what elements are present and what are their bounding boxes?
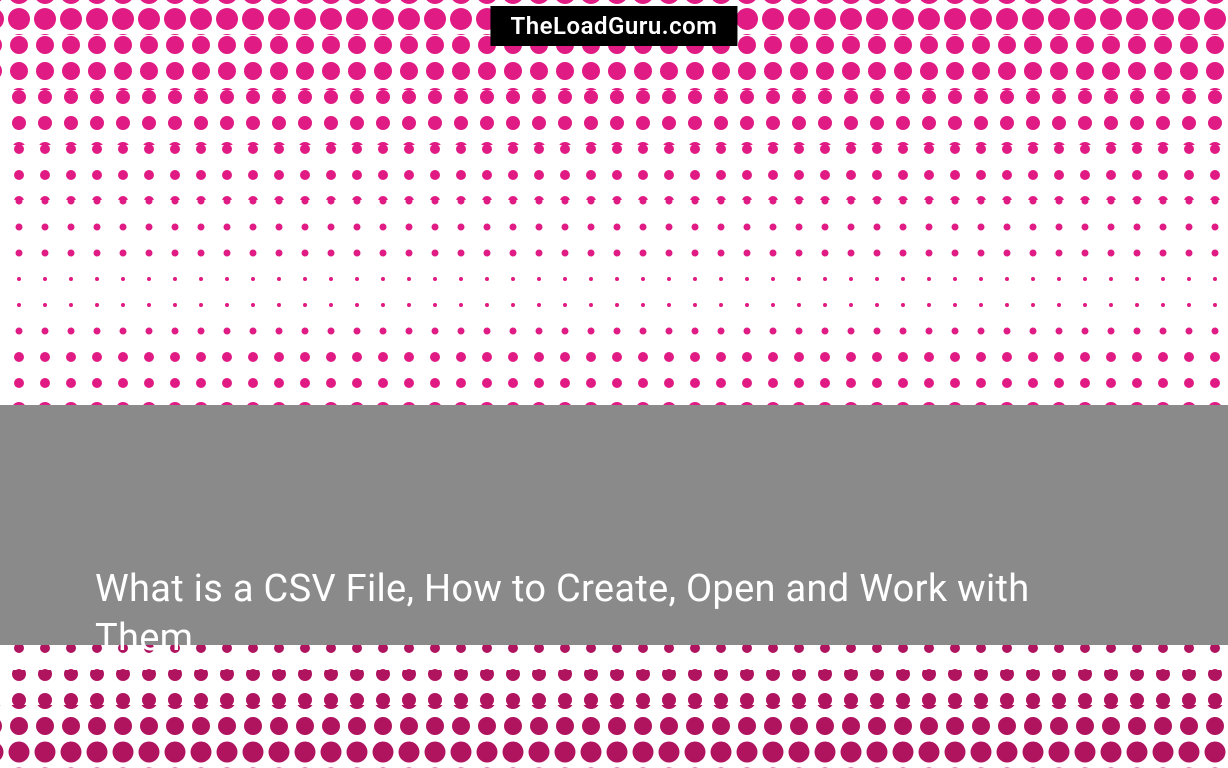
site-logo-bar: TheLoadGuru.com (490, 6, 737, 46)
halftone-upper-svg (0, 0, 1228, 405)
article-title: What is a CSV File, How to Create, Open … (95, 565, 1133, 664)
dots-pattern-upper (0, 0, 1228, 405)
site-logo-text: TheLoadGuru.com (510, 12, 717, 40)
hero-image-container: TheLoadGuru.com What is a CSV File, How … (0, 0, 1228, 768)
article-title-container: What is a CSV File, How to Create, Open … (95, 565, 1133, 664)
